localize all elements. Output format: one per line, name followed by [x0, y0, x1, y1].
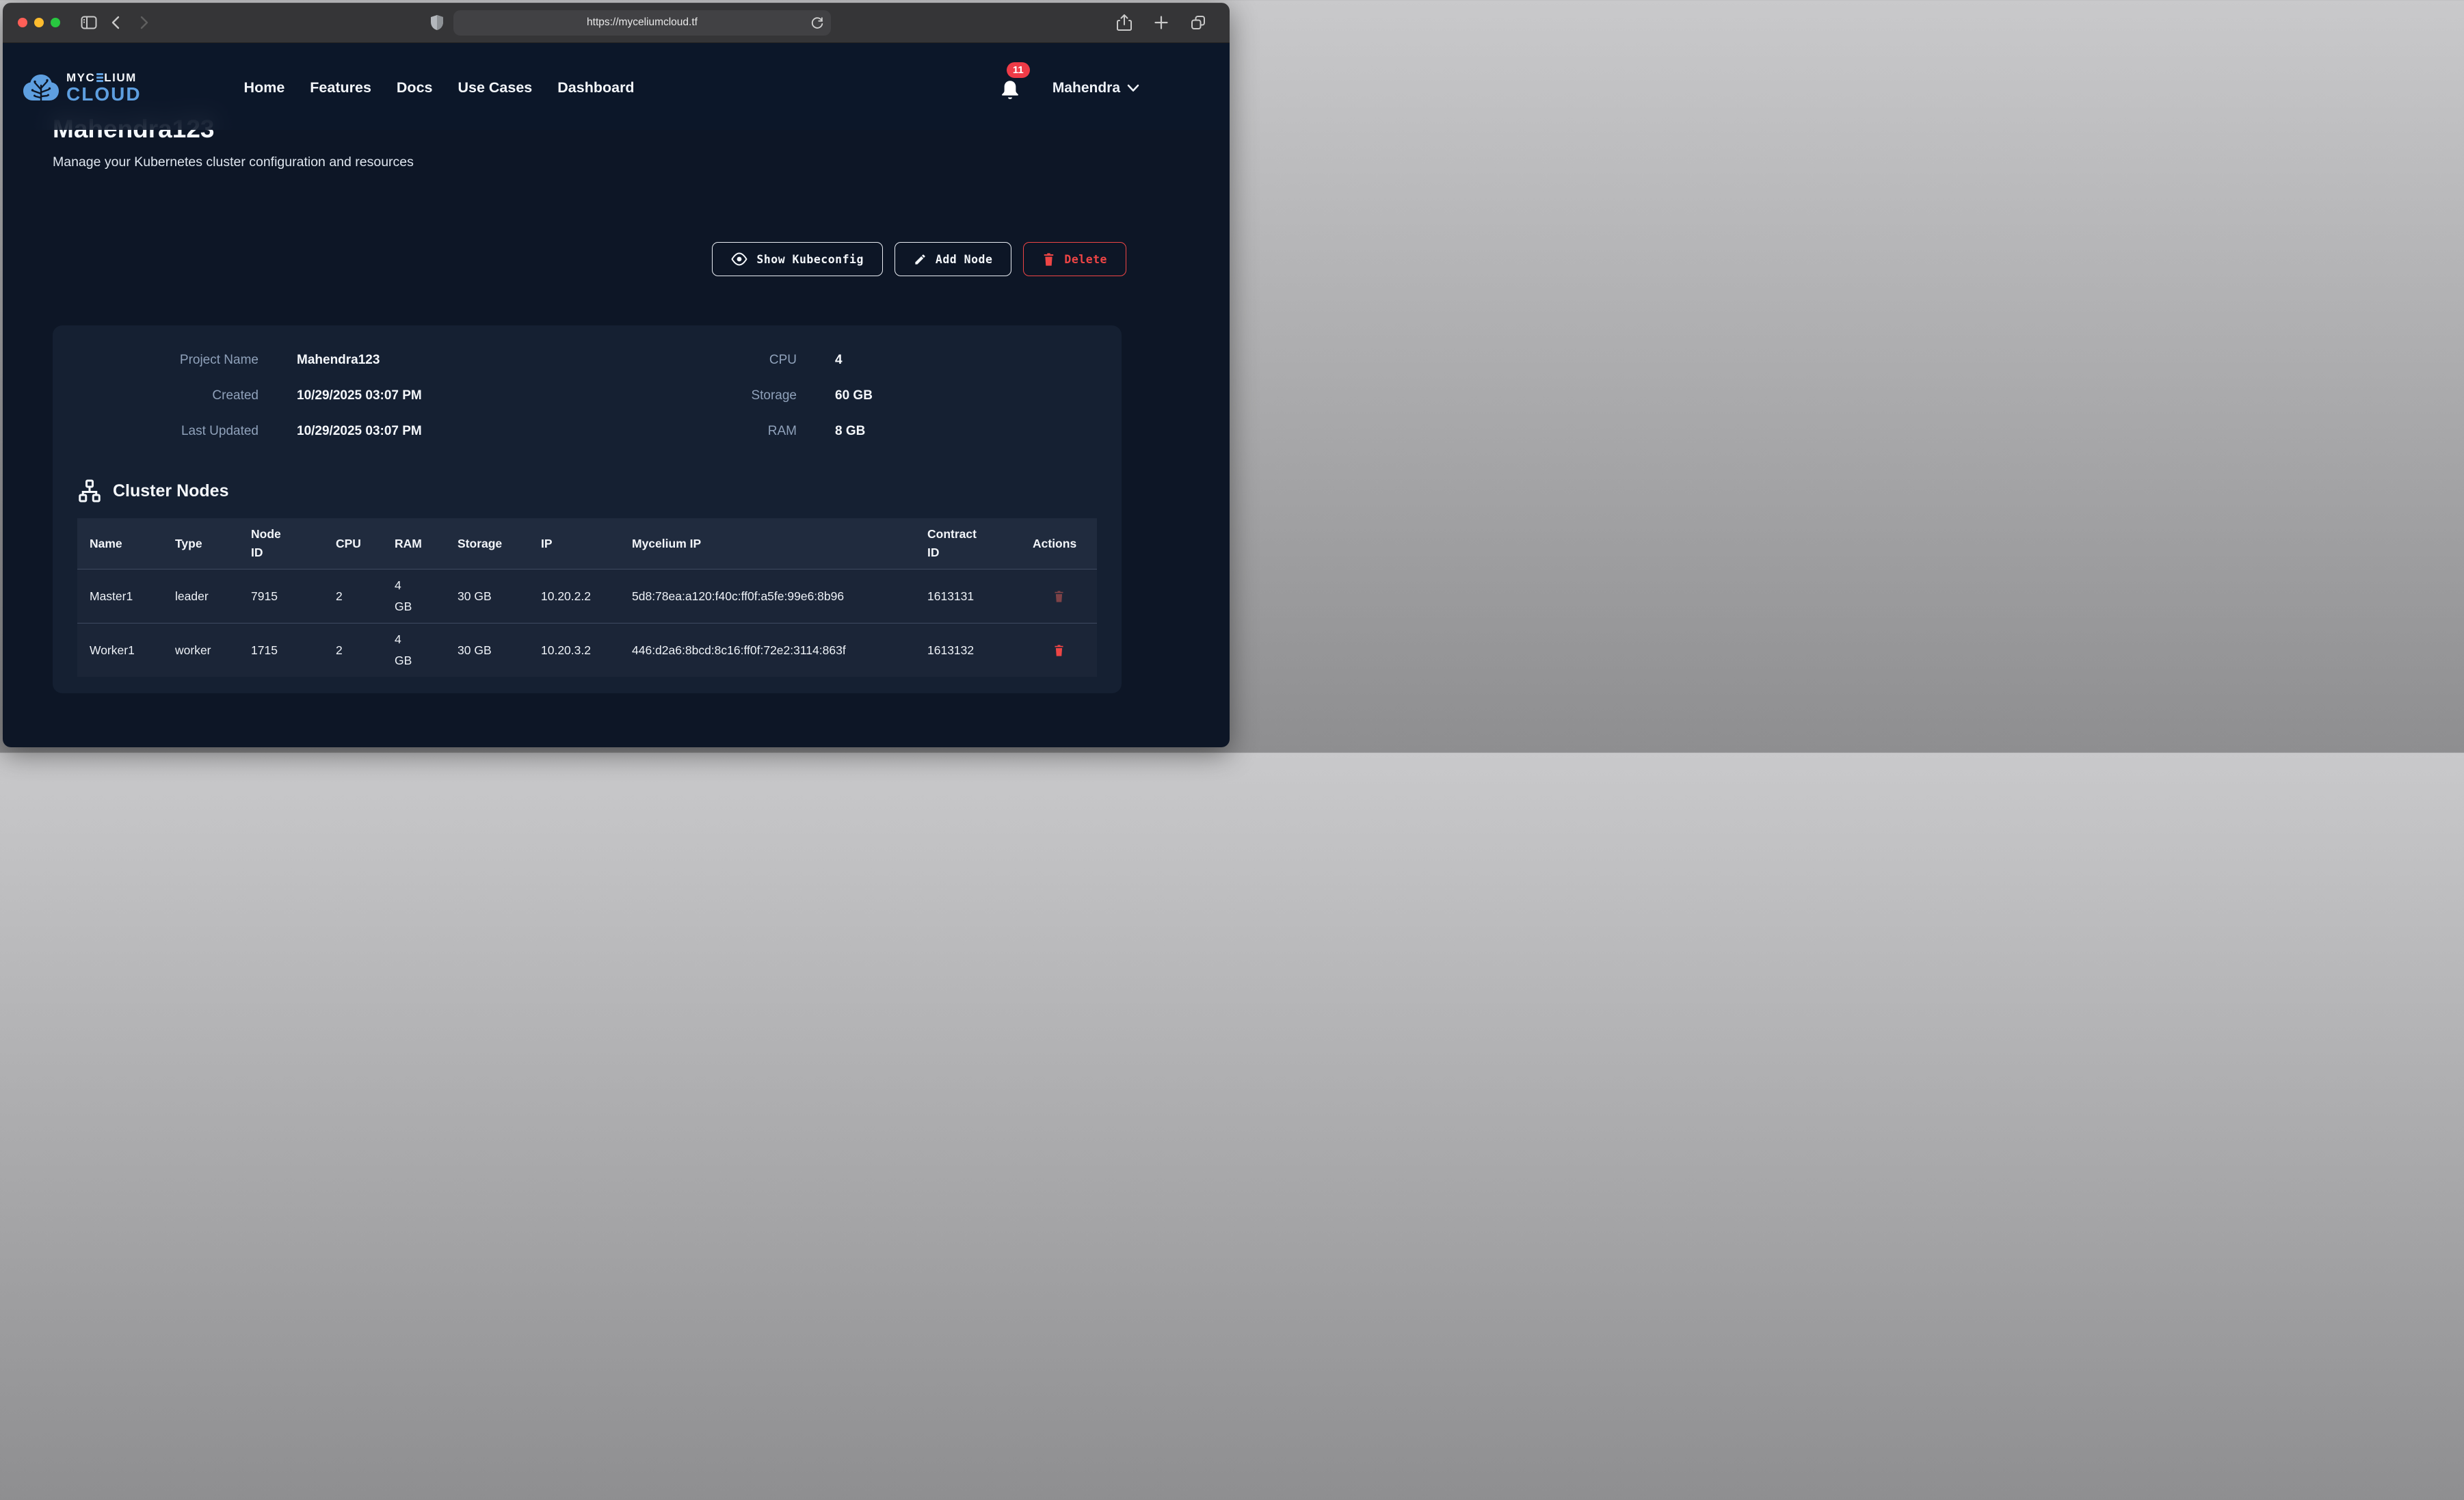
project-name-value: Mahendra123 [297, 351, 557, 369]
new-tab-icon[interactable] [1150, 11, 1173, 34]
cloud-logo-icon [22, 72, 60, 105]
page-subtitle: Manage your Kubernetes cluster configura… [53, 155, 1180, 170]
node-type: leader [163, 580, 239, 613]
node-storage: 30 GB [445, 580, 529, 613]
cluster-nodes-table: Name Type Node ID CPU RAM Storage IP Myc… [77, 518, 1097, 677]
nav-links: Home Features Docs Use Cases Dashboard [244, 79, 635, 96]
sidebar-toggle-icon[interactable] [77, 11, 101, 34]
trash-icon [1053, 644, 1065, 657]
created-label: Created [77, 387, 259, 405]
delete-node-button[interactable] [1053, 590, 1065, 603]
logo-line-cloud: CLOUD [66, 85, 142, 104]
user-menu[interactable]: Mahendra [1052, 80, 1139, 96]
minimize-window-button[interactable] [34, 18, 44, 27]
back-button[interactable] [105, 11, 128, 34]
node-mycelium-ip: 446:d2a6:8bcd:8c16:ff0f:72e2:3114:863f [620, 634, 915, 667]
node-storage: 30 GB [445, 634, 529, 667]
storage-label: Storage [595, 387, 797, 405]
page-body: MYCLIUM CLOUD Home Features Docs Use Cas… [3, 43, 1230, 747]
cluster-nodes-header: Cluster Nodes [77, 479, 1097, 503]
node-ip: 10.20.2.2 [529, 580, 620, 613]
forward-button[interactable] [132, 11, 155, 34]
col-actions: Actions [1020, 529, 1097, 559]
reload-icon[interactable] [810, 15, 825, 30]
network-nodes-icon [77, 479, 102, 503]
storage-value: 60 GB [835, 387, 1097, 405]
node-id: 7915 [239, 580, 323, 613]
logo-line-mycelium: MYCLIUM [66, 72, 142, 83]
mycelium-cloud-logo[interactable]: MYCLIUM CLOUD [22, 72, 142, 105]
node-type: worker [163, 634, 239, 667]
node-ram: 4 GB [382, 624, 445, 677]
notification-count-badge: 11 [1007, 62, 1030, 78]
node-id: 1715 [239, 634, 323, 667]
node-actions [1020, 639, 1097, 662]
url-text: https://myceliumcloud.tf [587, 16, 698, 29]
cluster-actions: Show Kubeconfig Add Node [53, 242, 1126, 276]
created-value: 10/29/2025 03:07 PM [297, 387, 557, 405]
logo-wordmark: MYCLIUM CLOUD [66, 72, 142, 104]
address-bar[interactable]: https://myceliumcloud.tf [453, 10, 831, 36]
col-ram: RAM [382, 529, 445, 559]
col-cpu: CPU [323, 529, 382, 559]
ram-label: RAM [595, 423, 797, 440]
last-updated-value: 10/29/2025 03:07 PM [297, 423, 557, 440]
cpu-value: 4 [835, 351, 1097, 369]
nav-link-home[interactable]: Home [244, 79, 285, 96]
project-info-grid: Project Name Mahendra123 CPU 4 Created 1… [77, 351, 1097, 440]
notifications-button[interactable]: 11 [999, 75, 1021, 102]
table-row-master1: Master1 leader 7915 2 4 GB 30 GB 10.20.2… [77, 569, 1097, 623]
tab-overview-icon[interactable] [1187, 11, 1210, 34]
delete-cluster-button[interactable]: Delete [1023, 242, 1126, 276]
user-name: Mahendra [1052, 80, 1120, 96]
zoom-window-button[interactable] [51, 18, 60, 27]
node-cpu: 2 [323, 580, 382, 613]
col-contract-id: Contract ID [915, 520, 1020, 567]
node-name: Worker1 [77, 634, 163, 667]
delete-node-button[interactable] [1053, 644, 1065, 657]
node-ram: 4 GB [382, 570, 445, 623]
pencil-icon [914, 253, 927, 266]
close-window-button[interactable] [18, 18, 27, 27]
add-node-button[interactable]: Add Node [895, 242, 1011, 276]
node-contract-id: 1613132 [915, 634, 1020, 667]
cpu-label: CPU [595, 351, 797, 369]
table-header-row: Name Type Node ID CPU RAM Storage IP Myc… [77, 518, 1097, 569]
col-ip: IP [529, 529, 620, 559]
ram-value: 8 GB [835, 423, 1097, 440]
col-mycelium-ip: Mycelium IP [620, 529, 915, 559]
nav-link-use-cases[interactable]: Use Cases [458, 79, 532, 96]
traffic-lights [18, 18, 60, 27]
nav-link-docs[interactable]: Docs [397, 79, 433, 96]
share-icon[interactable] [1113, 11, 1136, 34]
trash-icon [1053, 590, 1065, 603]
browser-window: https://myceliumcloud.tf [3, 3, 1230, 747]
chevron-down-icon [1127, 84, 1139, 92]
cluster-info-card: Project Name Mahendra123 CPU 4 Created 1… [53, 325, 1122, 693]
col-storage: Storage [445, 529, 529, 559]
show-kubeconfig-button[interactable]: Show Kubeconfig [712, 242, 883, 276]
nav-link-dashboard[interactable]: Dashboard [557, 79, 634, 96]
browser-chrome: https://myceliumcloud.tf [3, 3, 1230, 43]
eye-icon [731, 252, 747, 266]
top-navbar: MYCLIUM CLOUD Home Features Docs Use Cas… [3, 43, 1230, 130]
cluster-nodes-title: Cluster Nodes [113, 481, 228, 501]
col-type: Type [163, 529, 239, 559]
trash-icon [1042, 252, 1055, 267]
nav-link-features[interactable]: Features [310, 79, 371, 96]
logo-stylized-e [96, 73, 103, 81]
node-ip: 10.20.3.2 [529, 634, 620, 667]
table-row-worker1: Worker1 worker 1715 2 4 GB 30 GB 10.20.3… [77, 623, 1097, 677]
project-name-label: Project Name [77, 351, 259, 369]
last-updated-label: Last Updated [77, 423, 259, 440]
col-name: Name [77, 529, 163, 559]
node-mycelium-ip: 5d8:78ea:a120:f40c:ff0f:a5fe:99e6:8b96 [620, 580, 915, 613]
bell-icon [999, 79, 1021, 102]
node-cpu: 2 [323, 634, 382, 667]
node-actions [1020, 585, 1097, 608]
col-node-id: Node ID [239, 520, 323, 567]
privacy-shield-icon[interactable] [430, 14, 444, 31]
node-contract-id: 1613131 [915, 580, 1020, 613]
node-name: Master1 [77, 580, 163, 613]
